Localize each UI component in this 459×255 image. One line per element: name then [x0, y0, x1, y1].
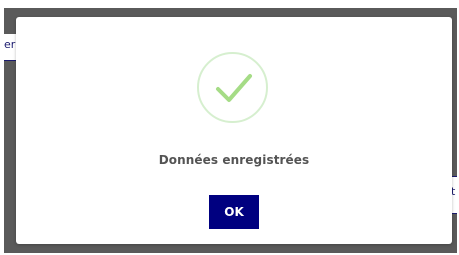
background-fragment-left: er [4, 34, 16, 61]
success-dialog: Données enregistrées OK [16, 17, 452, 244]
background-fragment-right-text: t [452, 185, 455, 199]
success-check-icon [197, 52, 268, 123]
checkmark-icon [216, 74, 252, 102]
screen: er t Données enregistrées OK [0, 0, 459, 255]
background-fragment-right: t [452, 176, 457, 214]
background-fragment-left-text: er [4, 38, 16, 51]
dialog-message: Données enregistrées [158, 153, 310, 167]
ok-button[interactable]: OK [209, 195, 259, 229]
